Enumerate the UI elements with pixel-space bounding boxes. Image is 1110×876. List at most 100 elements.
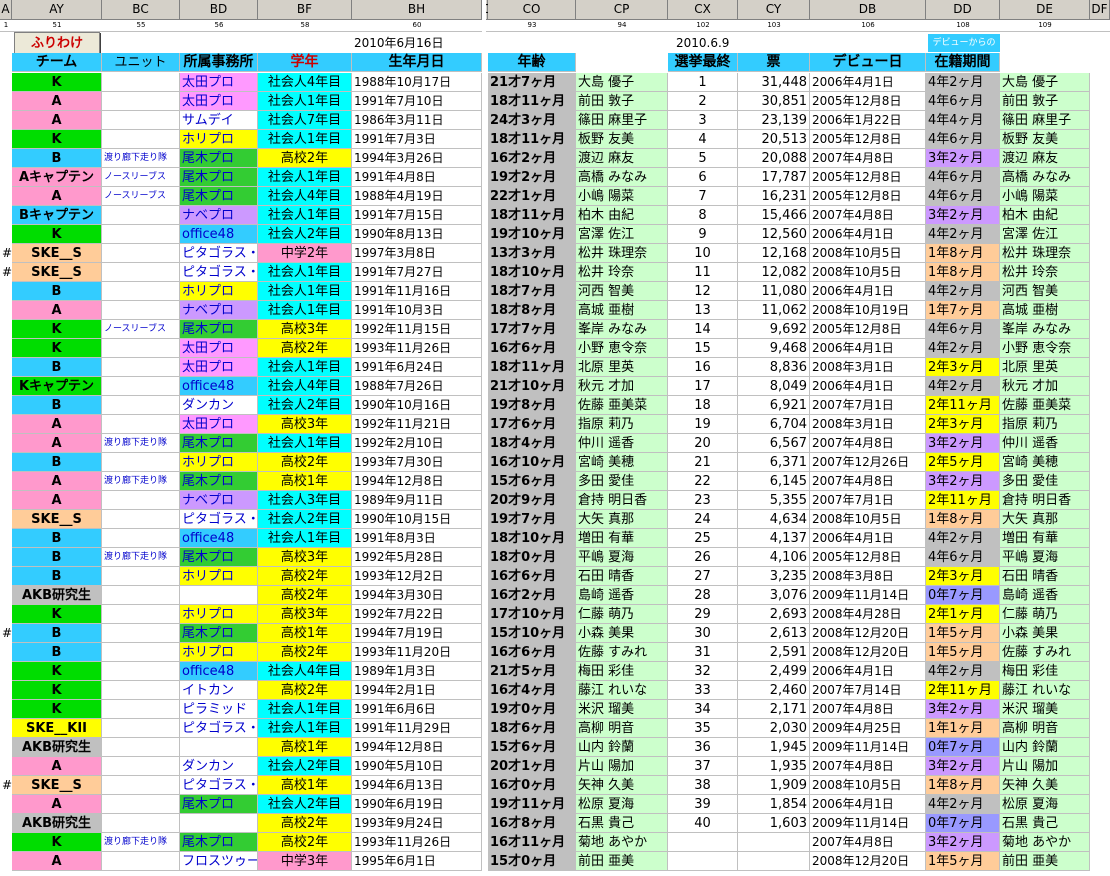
votes-cell[interactable]: 30,851 (738, 92, 810, 111)
name-repeat-cell[interactable]: 松原 夏海 (1000, 795, 1090, 814)
age-cell[interactable]: 18才11ヶ月 (488, 206, 576, 225)
votes-cell[interactable]: 1,945 (738, 738, 810, 757)
name-cell[interactable]: 篠田 麻里子 (576, 111, 668, 130)
votes-cell[interactable]: 23,139 (738, 111, 810, 130)
team-cell[interactable]: B (12, 358, 102, 377)
name-cell[interactable]: 前田 亜美 (576, 852, 668, 871)
name-repeat-cell[interactable]: 片山 陽加 (1000, 757, 1090, 776)
period-cell[interactable]: 4年6ヶ月 (926, 548, 1000, 567)
period-cell[interactable]: 3年2ヶ月 (926, 472, 1000, 491)
name-repeat-cell[interactable]: 増田 有華 (1000, 529, 1090, 548)
birth-cell[interactable]: 1991年11月29日 (352, 719, 482, 738)
votes-cell[interactable]: 2,613 (738, 624, 810, 643)
votes-cell[interactable]: 6,145 (738, 472, 810, 491)
name-cell[interactable]: 矢神 久美 (576, 776, 668, 795)
debut-header[interactable]: デビュー日 (810, 53, 926, 72)
period-cell[interactable]: 1年8ヶ月 (926, 244, 1000, 263)
age-cell[interactable]: 16才2ヶ月 (488, 586, 576, 605)
name-cell[interactable]: 峯岸 みなみ (576, 320, 668, 339)
office-cell[interactable]: office48 (180, 377, 258, 396)
team-cell[interactable]: K (12, 130, 102, 149)
col-header-DB[interactable]: DB (810, 0, 926, 19)
name-repeat-cell[interactable]: 藤江 れいな (1000, 681, 1090, 700)
debut-cell[interactable]: 2007年4月8日 (810, 700, 926, 719)
unit-cell[interactable] (102, 776, 180, 795)
debut-cell[interactable]: 2006年4月1日 (810, 282, 926, 301)
rank-cell[interactable]: 37 (668, 757, 738, 776)
birth-cell[interactable]: 1992年5月28日 (352, 548, 482, 567)
birth-cell[interactable]: 1991年7月3日 (352, 130, 482, 149)
grade-header[interactable]: 学年 (258, 53, 352, 72)
votes-cell[interactable]: 11,080 (738, 282, 810, 301)
name-cell[interactable]: 佐藤 すみれ (576, 643, 668, 662)
unit-cell[interactable] (102, 700, 180, 719)
birth-cell[interactable]: 1990年10月15日 (352, 510, 482, 529)
name-repeat-cell[interactable]: 高柳 明音 (1000, 719, 1090, 738)
unit-cell[interactable] (102, 510, 180, 529)
age-cell[interactable]: 19才2ヶ月 (488, 168, 576, 187)
birth-cell[interactable]: 1990年8月13日 (352, 225, 482, 244)
team-cell[interactable]: K (12, 681, 102, 700)
unit-cell[interactable] (102, 605, 180, 624)
votes-cell[interactable]: 8,836 (738, 358, 810, 377)
name-repeat-cell[interactable]: 多田 愛佳 (1000, 472, 1090, 491)
unit-cell[interactable] (102, 339, 180, 358)
age-cell[interactable]: 17才6ヶ月 (488, 415, 576, 434)
office-cell[interactable]: 太田プロ (180, 73, 258, 92)
age-cell[interactable]: 19才10ヶ月 (488, 225, 576, 244)
birth-cell[interactable]: 1991年7月10日 (352, 92, 482, 111)
rank-cell[interactable]: 5 (668, 149, 738, 168)
unit-cell[interactable]: 渡り廊下走り隊 (102, 833, 180, 852)
unit-cell[interactable]: ノースリーブス (102, 187, 180, 206)
birth-cell[interactable]: 1997年3月8日 (352, 244, 482, 263)
name-cell[interactable]: 梅田 彩佳 (576, 662, 668, 681)
birth-cell[interactable]: 1988年7月26日 (352, 377, 482, 396)
period-cell[interactable]: 4年4ヶ月 (926, 111, 1000, 130)
votes-cell[interactable]: 6,921 (738, 396, 810, 415)
unit-cell[interactable] (102, 377, 180, 396)
rank-cell[interactable]: 22 (668, 472, 738, 491)
name-repeat-cell[interactable]: 板野 友美 (1000, 130, 1090, 149)
name-repeat-cell[interactable]: 平嶋 夏海 (1000, 548, 1090, 567)
debut-cell[interactable]: 2008年10月5日 (810, 263, 926, 282)
debut-cell[interactable]: 2008年4月28日 (810, 605, 926, 624)
office-cell[interactable]: ナベプロ (180, 491, 258, 510)
debut-cell[interactable]: 2007年7月14日 (810, 681, 926, 700)
grade-cell[interactable]: 高校2年 (258, 567, 352, 586)
debut-cell[interactable]: 2009年11月14日 (810, 814, 926, 833)
name-cell[interactable]: 前田 敦子 (576, 92, 668, 111)
votes-cell[interactable]: 12,082 (738, 263, 810, 282)
debut-cell[interactable]: 2009年4月25日 (810, 719, 926, 738)
unit-cell[interactable] (102, 852, 180, 871)
birth-cell[interactable]: 1991年10月3日 (352, 301, 482, 320)
office-cell[interactable]: 太田プロ (180, 358, 258, 377)
name-cell[interactable]: 藤江 れいな (576, 681, 668, 700)
name-repeat-cell[interactable]: 宮澤 佐江 (1000, 225, 1090, 244)
birth-cell[interactable]: 1991年6月6日 (352, 700, 482, 719)
grade-cell[interactable]: 高校2年 (258, 643, 352, 662)
rank-cell[interactable]: 11 (668, 263, 738, 282)
debut-cell[interactable]: 2007年4月8日 (810, 757, 926, 776)
rank-cell[interactable]: 29 (668, 605, 738, 624)
col-header-BD[interactable]: BD (180, 0, 258, 19)
age-cell[interactable]: 21才5ヶ月 (488, 662, 576, 681)
age-cell[interactable]: 19才7ヶ月 (488, 510, 576, 529)
birth-cell[interactable]: 1990年6月19日 (352, 795, 482, 814)
name-cell[interactable]: 板野 友美 (576, 130, 668, 149)
period-cell[interactable]: 4年2ヶ月 (926, 339, 1000, 358)
debut-cell[interactable]: 2005年12月8日 (810, 130, 926, 149)
grade-cell[interactable]: 高校3年 (258, 605, 352, 624)
name-repeat-cell[interactable]: 松井 珠理奈 (1000, 244, 1090, 263)
votes-cell[interactable]: 2,171 (738, 700, 810, 719)
debut-cell[interactable]: 2006年4月1日 (810, 225, 926, 244)
age-cell[interactable]: 22才1ヶ月 (488, 187, 576, 206)
birth-cell[interactable]: 1990年5月10日 (352, 757, 482, 776)
period-cell[interactable]: 4年6ヶ月 (926, 320, 1000, 339)
name-repeat-cell[interactable]: 米沢 瑠美 (1000, 700, 1090, 719)
unit-cell[interactable] (102, 757, 180, 776)
office-cell[interactable]: ピタゴラス・ (180, 510, 258, 529)
team-cell[interactable]: B (12, 548, 102, 567)
rank-cell[interactable]: 38 (668, 776, 738, 795)
votes-cell[interactable]: 16,231 (738, 187, 810, 206)
rank-cell[interactable]: 23 (668, 491, 738, 510)
